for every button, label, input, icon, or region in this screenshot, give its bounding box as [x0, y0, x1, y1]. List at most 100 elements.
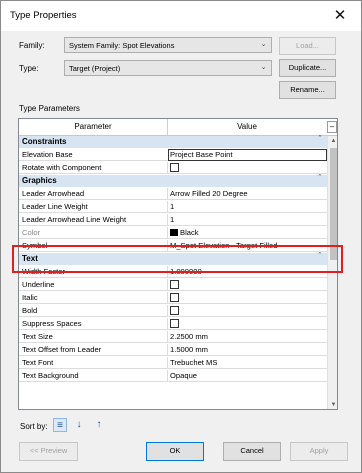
param-row-bold[interactable]: Bold: [19, 305, 327, 317]
param-name: Leader Arrowhead: [22, 189, 85, 198]
param-row-elevation-base[interactable]: Elevation Base Project Base Point: [19, 149, 327, 161]
param-row-color[interactable]: Color Black: [19, 227, 327, 239]
param-row-underline[interactable]: Underline: [19, 279, 327, 291]
cell-divider: [167, 318, 168, 330]
color-swatch[interactable]: [170, 229, 178, 236]
group-constraints[interactable]: Constraints ˆ: [19, 136, 327, 148]
bold-checkbox[interactable]: [170, 306, 179, 315]
param-row-leader-line-weight[interactable]: Leader Line Weight 1: [19, 201, 327, 213]
vertical-scrollbar[interactable]: ▲ ▼: [327, 136, 337, 409]
cell-divider: [167, 188, 168, 200]
param-value: Trebuchet MS: [170, 358, 218, 367]
cell-divider: [167, 292, 168, 304]
param-name: Leader Arrowhead Line Weight: [22, 215, 127, 224]
param-value: 1: [170, 215, 175, 224]
cell-divider: [167, 162, 168, 174]
param-value: 1.5000 mm: [170, 345, 208, 354]
title-bar: Type Properties ✕: [1, 1, 361, 31]
suppress-spaces-checkbox[interactable]: [170, 319, 179, 328]
cell-divider: [167, 201, 168, 213]
param-name: Text Size: [22, 332, 53, 341]
param-row-text-size[interactable]: Text Size 2.2500 mm: [19, 331, 327, 343]
collapse-icon: ˆ: [318, 253, 321, 260]
group-text[interactable]: Text ˆ: [19, 253, 327, 265]
parameter-column-header[interactable]: Parameter: [19, 119, 167, 135]
param-row-suppress-spaces[interactable]: Suppress Spaces: [19, 318, 327, 330]
family-value: System Family: Spot Elevations: [69, 41, 175, 50]
close-icon[interactable]: ✕: [329, 5, 351, 27]
param-row-leader-arrowhead[interactable]: Leader Arrowhead Arrow Filled 20 Degree: [19, 188, 327, 200]
param-row-width-factor[interactable]: Width Factor 1.000000: [19, 266, 327, 278]
collapse-all-button[interactable]: –: [327, 121, 337, 133]
sort-by-label: Sort by:: [20, 422, 48, 431]
param-name: Italic: [22, 293, 38, 302]
param-value: Arrow Filled 20 Degree: [170, 189, 248, 198]
cell-divider: [167, 370, 168, 382]
family-dropdown[interactable]: System Family: Spot Elevations ⌄: [64, 37, 272, 53]
param-value: Black: [170, 228, 326, 237]
param-name: Symbol: [22, 241, 48, 250]
param-value: 1.000000: [170, 267, 202, 276]
apply-button[interactable]: Apply: [290, 442, 348, 461]
param-name: Suppress Spaces: [22, 319, 82, 328]
param-row-italic[interactable]: Italic: [19, 292, 327, 304]
group-graphics[interactable]: Graphics ˆ: [19, 175, 327, 187]
type-label: Type:: [19, 64, 39, 73]
param-name: Bold: [22, 306, 38, 315]
param-value: M_Spot Elevation - Target Filled: [170, 241, 278, 250]
preview-button[interactable]: << Preview: [19, 442, 78, 461]
rotate-with-component-checkbox[interactable]: [170, 163, 179, 172]
cell-divider: [167, 344, 168, 356]
family-label: Family:: [19, 41, 45, 50]
type-properties-dialog: Type Properties ✕ Family: System Family:…: [0, 0, 362, 473]
param-row-rotate-with-component[interactable]: Rotate with Component: [19, 162, 327, 174]
param-name: Text Font: [22, 358, 54, 367]
sort-grouped-icon[interactable]: ≡: [53, 418, 67, 432]
scroll-down-icon[interactable]: ▼: [328, 400, 337, 409]
param-row-text-background[interactable]: Text Background Opaque: [19, 370, 327, 382]
cell-divider: [167, 305, 168, 317]
rename-button[interactable]: Rename...: [279, 81, 336, 99]
param-row-text-offset-from-leader[interactable]: Text Offset from Leader 1.5000 mm: [19, 344, 327, 356]
cell-divider: [167, 266, 168, 278]
param-row-symbol[interactable]: Symbol M_Spot Elevation - Target Filled: [19, 240, 327, 252]
group-label: Graphics: [22, 176, 57, 185]
param-value: 1: [170, 202, 175, 211]
param-value: Project Base Point: [170, 150, 233, 159]
ok-button[interactable]: OK: [146, 442, 204, 461]
underline-checkbox[interactable]: [170, 280, 179, 289]
cell-divider: [167, 279, 168, 291]
param-row-text-font[interactable]: Text Font Trebuchet MS: [19, 357, 327, 369]
cancel-button[interactable]: Cancel: [223, 442, 281, 461]
param-name: Rotate with Component: [22, 163, 102, 172]
param-name: Text Background: [22, 371, 79, 380]
cell-divider: [167, 227, 168, 239]
value-column-header[interactable]: Value: [168, 119, 326, 135]
sort-descending-icon[interactable]: ↑: [92, 418, 106, 432]
scrollbar-thumb[interactable]: [330, 148, 337, 260]
type-value: Target (Project): [69, 64, 121, 73]
cell-divider: [167, 331, 168, 343]
group-label: Constraints: [22, 137, 67, 146]
param-name: Color: [22, 228, 41, 237]
collapse-icon: ˆ: [318, 175, 321, 182]
group-label: Text: [22, 254, 38, 263]
italic-checkbox[interactable]: [170, 293, 179, 302]
type-dropdown[interactable]: Target (Project) ⌄: [64, 60, 272, 76]
type-parameters-heading: Type Parameters: [19, 104, 80, 113]
param-value: 2.2500 mm: [170, 332, 208, 341]
chevron-down-icon: ⌄: [260, 41, 267, 48]
load-button[interactable]: Load...: [279, 37, 336, 55]
collapse-icon: ˆ: [318, 136, 321, 143]
color-value-text: Black: [180, 228, 199, 237]
param-name: Leader Line Weight: [22, 202, 88, 211]
duplicate-button[interactable]: Duplicate...: [279, 59, 336, 77]
cell-divider: [167, 357, 168, 369]
cell-divider: [167, 214, 168, 226]
param-row-leader-arrowhead-line-weight[interactable]: Leader Arrowhead Line Weight 1: [19, 214, 327, 226]
param-name: Elevation Base: [22, 150, 73, 159]
sort-ascending-icon[interactable]: ↓: [72, 418, 86, 432]
param-value: Opaque: [170, 371, 198, 380]
scroll-up-icon[interactable]: ▲: [328, 136, 337, 146]
chevron-down-icon: ⌄: [260, 64, 267, 71]
